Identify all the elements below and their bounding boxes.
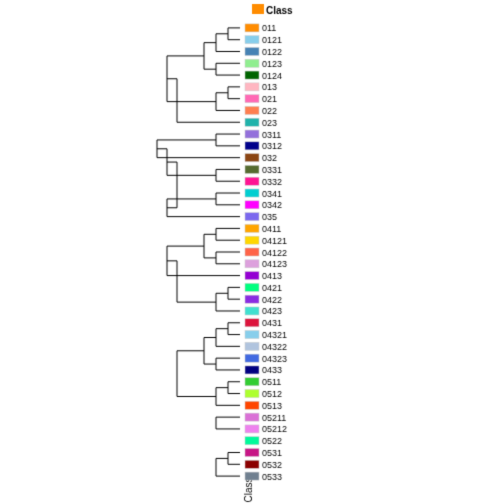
chart-container: [0, 0, 504, 504]
